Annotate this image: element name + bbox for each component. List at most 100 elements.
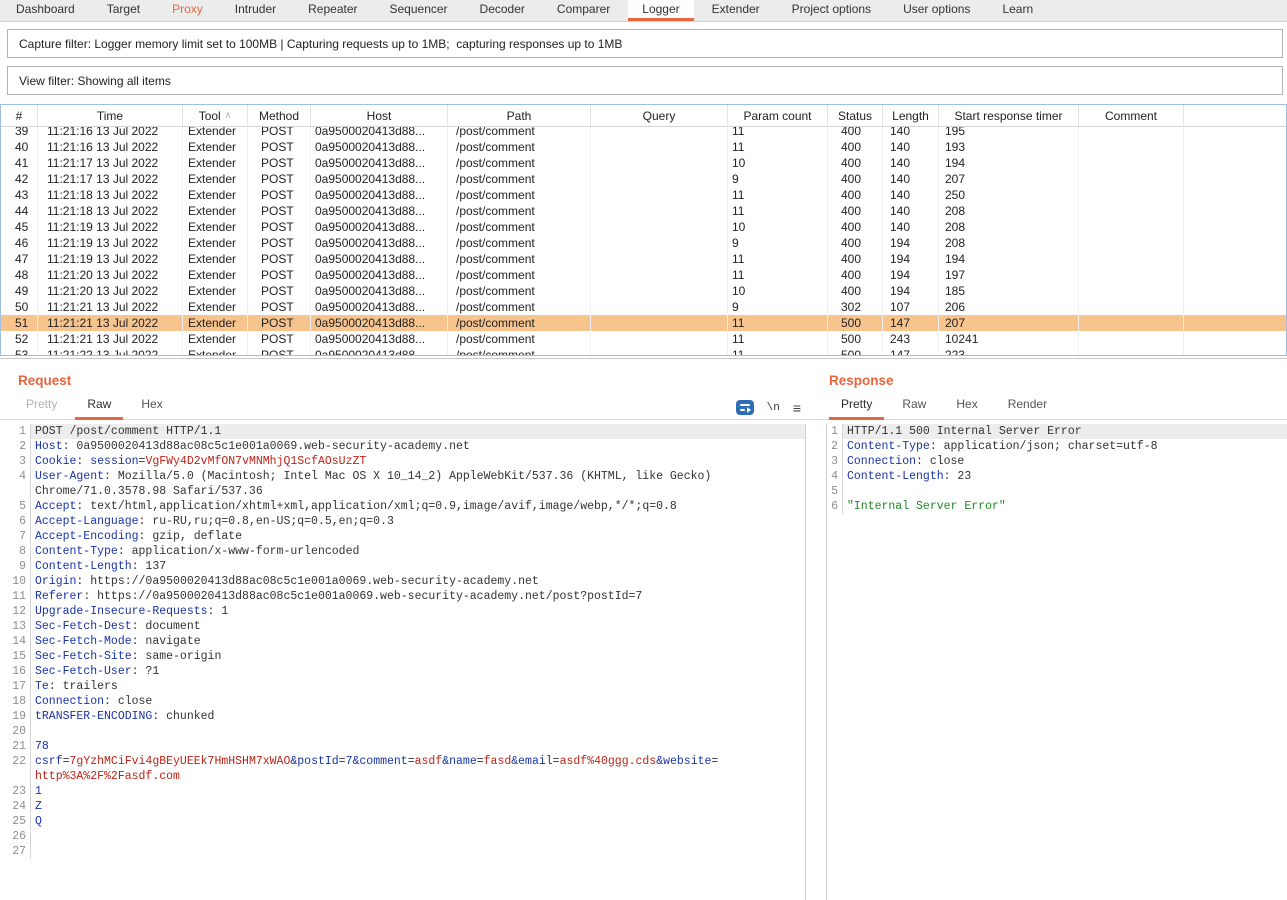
request-editor[interactable]: 1POST /post/comment HTTP/1.12Host: 0a950… <box>0 424 806 900</box>
table-row[interactable]: 4911:21:20 13 Jul 2022ExtenderPOST0a9500… <box>1 283 1286 299</box>
table-row[interactable]: 4211:21:17 13 Jul 2022ExtenderPOST0a9500… <box>1 171 1286 187</box>
cell-col: 41 <box>1 155 38 171</box>
line-number: 14 <box>0 634 30 649</box>
editor-line: 15Sec-Fetch-Site: same-origin <box>0 649 805 664</box>
cell-param-count: 11 <box>728 347 828 356</box>
column-header-time[interactable]: Time <box>38 105 183 126</box>
cell-length: 194 <box>883 251 939 267</box>
line-content: 1 <box>30 784 805 799</box>
request-toolbar-icons: \n ≡ <box>736 400 801 419</box>
column-header-start-response-timer[interactable]: Start response timer <box>939 105 1079 126</box>
column-header-host[interactable]: Host <box>311 105 448 126</box>
line-content: Sec-Fetch-User: ?1 <box>30 664 805 679</box>
cell-host: 0a9500020413d88... <box>311 347 448 356</box>
column-header-tool[interactable]: Tool∧ <box>183 105 248 126</box>
cell-method: POST <box>248 267 311 283</box>
cell-method: POST <box>248 315 311 331</box>
table-row[interactable]: 5011:21:21 13 Jul 2022ExtenderPOST0a9500… <box>1 299 1286 315</box>
cell-method: POST <box>248 251 311 267</box>
column-header-label: Method <box>259 109 299 123</box>
tab-target[interactable]: Target <box>93 0 154 21</box>
tab-learn[interactable]: Learn <box>988 0 1047 21</box>
tab-logger[interactable]: Logger <box>628 0 693 21</box>
tab-repeater[interactable]: Repeater <box>294 0 371 21</box>
tab-user-options[interactable]: User options <box>889 0 984 21</box>
table-row[interactable]: 5311:21:22 13 Jul 2022ExtenderPOST0a9500… <box>1 347 1286 356</box>
table-row[interactable]: 4011:21:16 13 Jul 2022ExtenderPOST0a9500… <box>1 139 1286 155</box>
response-tab-bar: Pretty Raw Hex Render <box>817 394 1287 420</box>
line-number: 4 <box>0 469 30 499</box>
cell-time: 11:21:21 13 Jul 2022 <box>38 315 183 331</box>
tab-comparer[interactable]: Comparer <box>543 0 624 21</box>
table-row[interactable]: 4311:21:18 13 Jul 2022ExtenderPOST0a9500… <box>1 187 1286 203</box>
tab-pretty[interactable]: Pretty <box>14 397 69 420</box>
tab-extender[interactable]: Extender <box>698 0 774 21</box>
editor-line: 19tRANSFER-ENCODING: chunked <box>0 709 805 724</box>
line-number: 25 <box>0 814 30 829</box>
cell-time: 11:21:17 13 Jul 2022 <box>38 171 183 187</box>
cell-path: /post/comment <box>448 187 591 203</box>
pretty-print-icon[interactable] <box>736 400 754 415</box>
column-header-param-count[interactable]: Param count <box>728 105 828 126</box>
cell-method: POST <box>248 127 311 139</box>
line-content: User-Agent: Mozilla/5.0 (Macintosh; Inte… <box>30 469 805 499</box>
request-panel: Request PrettyRawHex \n ≡ 1POST /post/co… <box>0 359 817 900</box>
column-header-status[interactable]: Status <box>828 105 883 126</box>
view-filter-text: View filter: Showing all items <box>19 74 171 88</box>
tab-render[interactable]: Render <box>996 397 1059 420</box>
column-header-label: Param count <box>743 109 811 123</box>
cell-start-response-timer: 207 <box>939 315 1079 331</box>
table-row[interactable]: 3911:21:16 13 Jul 2022ExtenderPOST0a9500… <box>1 127 1286 139</box>
cell-query <box>591 219 728 235</box>
cell-tool: Extender <box>183 155 248 171</box>
tab-raw[interactable]: Raw <box>75 397 123 420</box>
tab-intruder[interactable]: Intruder <box>221 0 290 21</box>
cell-path: /post/comment <box>448 203 591 219</box>
table-row[interactable]: 4111:21:17 13 Jul 2022ExtenderPOST0a9500… <box>1 155 1286 171</box>
response-editor[interactable]: 1HTTP/1.1 500 Internal Server Error2Cont… <box>826 424 1287 900</box>
cell-tool: Extender <box>183 235 248 251</box>
table-row[interactable]: 4711:21:19 13 Jul 2022ExtenderPOST0a9500… <box>1 251 1286 267</box>
cell-status: 400 <box>828 127 883 139</box>
tab-pretty[interactable]: Pretty <box>829 397 884 420</box>
table-row[interactable]: 4511:21:19 13 Jul 2022ExtenderPOST0a9500… <box>1 219 1286 235</box>
editor-line: 2Host: 0a9500020413d88ac08c5c1e001a0069.… <box>0 439 805 454</box>
tab-hex[interactable]: Hex <box>129 397 174 420</box>
line-content: "Internal Server Error" <box>842 499 1287 514</box>
table-row[interactable]: 4611:21:19 13 Jul 2022ExtenderPOST0a9500… <box>1 235 1286 251</box>
column-header-path[interactable]: Path <box>448 105 591 126</box>
table-row[interactable]: 4811:21:20 13 Jul 2022ExtenderPOST0a9500… <box>1 267 1286 283</box>
view-filter-bar[interactable]: View filter: Showing all items <box>7 66 1283 95</box>
line-number: 27 <box>0 844 30 859</box>
column-header-length[interactable]: Length <box>883 105 939 126</box>
tab-raw[interactable]: Raw <box>890 397 938 420</box>
cell-method: POST <box>248 331 311 347</box>
column-header-comment[interactable]: Comment <box>1079 105 1184 126</box>
tab-proxy[interactable]: Proxy <box>158 0 217 21</box>
tab-project-options[interactable]: Project options <box>778 0 885 21</box>
column-header-col[interactable]: # <box>1 105 38 126</box>
table-row[interactable]: 5111:21:21 13 Jul 2022ExtenderPOST0a9500… <box>1 315 1286 331</box>
tab-dashboard[interactable]: Dashboard <box>2 0 89 21</box>
menu-icon[interactable]: ≡ <box>793 403 801 413</box>
tab-decoder[interactable]: Decoder <box>466 0 539 21</box>
cell-length: 107 <box>883 299 939 315</box>
cell-length: 140 <box>883 155 939 171</box>
editor-line: 231 <box>0 784 805 799</box>
cell-time: 11:21:20 13 Jul 2022 <box>38 267 183 283</box>
cell-path: /post/comment <box>448 315 591 331</box>
capture-filter-bar[interactable]: Capture filter: Logger memory limit set … <box>7 29 1283 58</box>
newline-icon[interactable]: \n <box>767 402 780 414</box>
column-header-method[interactable]: Method <box>248 105 311 126</box>
cell-query <box>591 155 728 171</box>
line-content: Connection: close <box>842 454 1287 469</box>
column-header-query[interactable]: Query <box>591 105 728 126</box>
tab-hex[interactable]: Hex <box>944 397 989 420</box>
table-row[interactable]: 4411:21:18 13 Jul 2022ExtenderPOST0a9500… <box>1 203 1286 219</box>
tab-sequencer[interactable]: Sequencer <box>376 0 462 21</box>
table-row[interactable]: 5211:21:21 13 Jul 2022ExtenderPOST0a9500… <box>1 331 1286 347</box>
editor-line: 26 <box>0 829 805 844</box>
line-content: Host: 0a9500020413d88ac08c5c1e001a0069.w… <box>30 439 805 454</box>
editor-line: 4Content-Length: 23 <box>827 469 1287 484</box>
response-panel: Response PrettyRawHexRender 1HTTP/1.1 50… <box>817 359 1287 900</box>
